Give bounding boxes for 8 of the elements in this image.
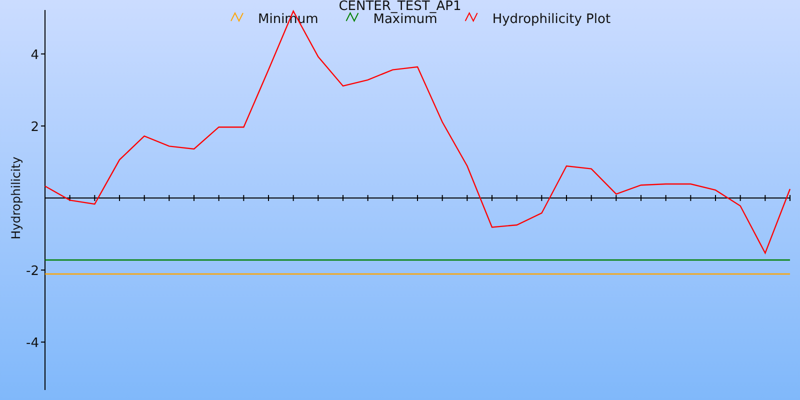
y-tick-label: -2: [26, 264, 39, 280]
legend-label: Maximum: [373, 12, 438, 27]
y-tick-label: 2: [30, 120, 39, 135]
legend-label: Hydrophilicity Plot: [492, 12, 611, 27]
y-tick-label: -4: [26, 336, 39, 352]
chart-title: CENTER_TEST_AP1: [338, 0, 462, 14]
y-axis-title: Hydrophilicity: [9, 156, 23, 240]
y-tick-label: 4: [30, 48, 39, 63]
